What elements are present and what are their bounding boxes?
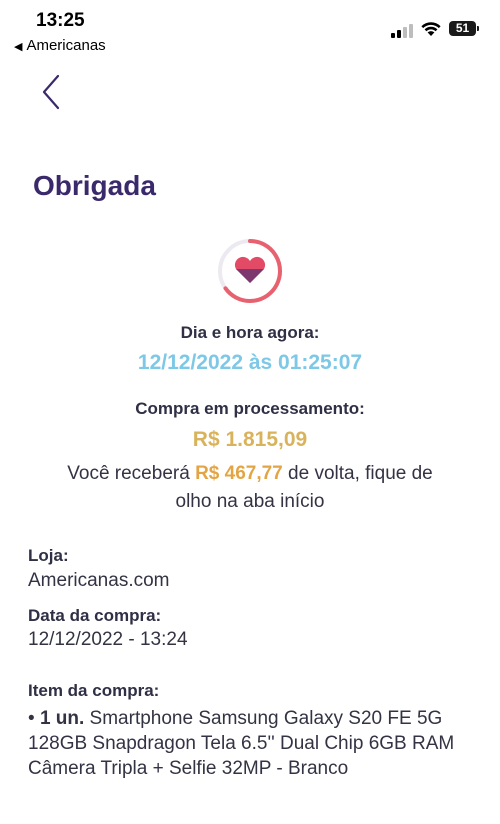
status-bar: 13:25 ◀ Americanas 51 [0, 0, 500, 60]
cashback-suffix-line1: de volta, fique de [282, 463, 433, 484]
item-description: Smartphone Samsung Galaxy S20 FE 5G 128G… [28, 708, 455, 779]
battery-icon: 51 [449, 21, 479, 36]
purchase-date-value: 12/12/2022 - 13:24 [28, 629, 188, 650]
heart-badge-icon [218, 239, 282, 303]
cashback-message: Você receberá R$ 467,77 de volta, fique … [0, 460, 500, 516]
cashback-amount: R$ 467,77 [195, 463, 283, 484]
back-button[interactable] [36, 70, 72, 114]
chevron-left-icon [42, 74, 60, 110]
cashback-suffix-line2: olho na aba início [175, 491, 325, 512]
item-quantity: 1 un. [39, 708, 85, 729]
purchase-status-label: Compra em processamento: [135, 399, 365, 418]
datetime-label: Dia e hora agora: [180, 323, 320, 342]
purchase-date-label: Data da compra: [28, 606, 162, 625]
back-to-app-link[interactable]: ◀ Americanas [14, 37, 106, 54]
item-bullet: • [28, 708, 40, 729]
purchase-item: • 1 un. Smartphone Samsung Galaxy S20 FE… [28, 706, 468, 781]
purchase-item-label: Item da compra: [28, 681, 160, 700]
datetime-value: 12/12/2022 às 01:25:07 [137, 351, 363, 374]
wifi-icon [421, 22, 441, 36]
cashback-prefix: Você receberá [67, 463, 196, 484]
status-time: 13:25 [36, 10, 85, 31]
store-label: Loja: [28, 546, 69, 565]
purchase-total-value: R$ 1.815,09 [192, 428, 308, 451]
back-to-app-label: Americanas [26, 37, 106, 54]
back-triangle-icon: ◀ [14, 41, 23, 53]
cellular-signal-icon [391, 23, 415, 38]
store-value: Americanas.com [28, 570, 170, 591]
page-title: Obrigada [33, 170, 156, 201]
